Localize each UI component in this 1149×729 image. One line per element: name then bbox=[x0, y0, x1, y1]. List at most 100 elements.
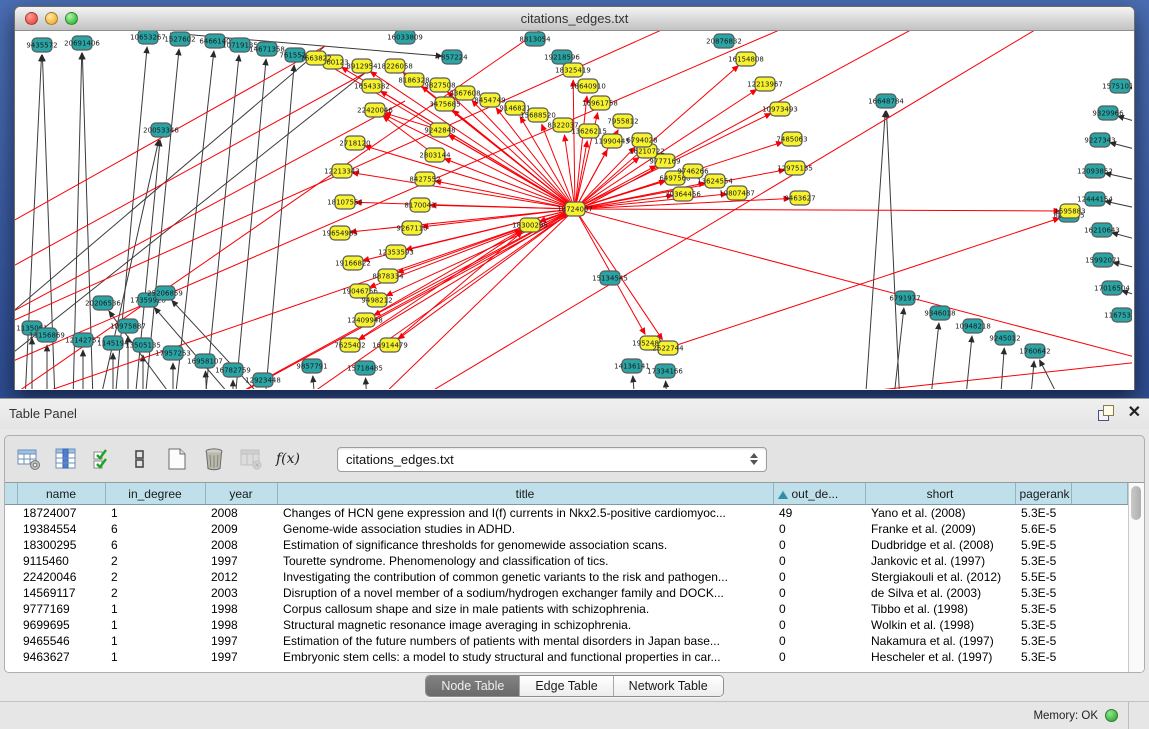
table-cell[interactable]: 9777169 bbox=[17, 601, 105, 617]
tab-node-table[interactable]: Node Table bbox=[426, 676, 520, 696]
table-row[interactable]: 2242004622012Investigating the contribut… bbox=[5, 569, 1128, 585]
table-cell[interactable]: 5.9E-5 bbox=[1015, 537, 1071, 553]
table-cell[interactable]: 5.3E-5 bbox=[1015, 585, 1071, 601]
table-cell[interactable]: 1 bbox=[105, 617, 205, 633]
column-header-title[interactable]: title bbox=[277, 483, 773, 505]
table-cell[interactable]: Hescheler et al. (1997) bbox=[865, 649, 1015, 665]
table-cell[interactable]: Yano et al. (2008) bbox=[865, 505, 1015, 522]
table-cell[interactable]: 18300295 bbox=[17, 537, 105, 553]
tab-edge-table[interactable]: Edge Table bbox=[520, 676, 613, 696]
directed-edge-black[interactable] bbox=[633, 376, 635, 389]
table-cell[interactable]: 18724007 bbox=[17, 505, 105, 522]
table-cell[interactable]: 9465546 bbox=[17, 633, 105, 649]
window-titlebar[interactable]: citations_edges.txt bbox=[15, 7, 1134, 31]
table-cell[interactable]: 2003 bbox=[205, 585, 277, 601]
table-cell[interactable]: 0 bbox=[773, 601, 865, 617]
table-cell[interactable]: 1 bbox=[105, 633, 205, 649]
function-builder-icon[interactable]: f(x) bbox=[274, 445, 302, 473]
table-row[interactable]: 946554611997Estimation of the future num… bbox=[5, 633, 1128, 649]
table-cell[interactable]: 2012 bbox=[205, 569, 277, 585]
table-selector-dropdown[interactable]: citations_edges.txt bbox=[337, 447, 767, 472]
minimize-window-button[interactable] bbox=[45, 12, 58, 25]
table-cell[interactable]: 2009 bbox=[205, 521, 277, 537]
table-cell[interactable]: Tibbo et al. (1998) bbox=[865, 601, 1015, 617]
table-cell[interactable]: 2008 bbox=[205, 505, 277, 522]
table-cell[interactable]: 9115460 bbox=[17, 553, 105, 569]
table-cell[interactable]: 19384554 bbox=[17, 521, 105, 537]
directed-edge-black[interactable] bbox=[865, 111, 885, 389]
close-panel-icon[interactable]: ✕ bbox=[1128, 405, 1141, 421]
table-cell[interactable]: Jankovic et al. (1997) bbox=[865, 553, 1015, 569]
table-cell[interactable]: Estimation of the future numbers of pati… bbox=[277, 633, 773, 649]
directed-edge-black[interactable] bbox=[313, 376, 315, 389]
table-cell[interactable]: 2 bbox=[105, 585, 205, 601]
directed-edge-red[interactable] bbox=[15, 73, 365, 276]
table-cell[interactable]: 0 bbox=[773, 553, 865, 569]
table-cell[interactable]: 1997 bbox=[205, 649, 277, 665]
table-cell[interactable]: Corpus callosum shape and size in male p… bbox=[277, 601, 773, 617]
table-row[interactable]: 977716911998Corpus callosum shape and si… bbox=[5, 601, 1128, 617]
table-cell[interactable]: Tourette syndrome. Phenomenology and cla… bbox=[277, 553, 773, 569]
table-cell[interactable]: Stergiakouli et al. (2012) bbox=[865, 569, 1015, 585]
table-cell[interactable]: 0 bbox=[773, 585, 865, 601]
table-cell[interactable]: Nakamura et al. (1997) bbox=[865, 633, 1015, 649]
directed-edge-black[interactable] bbox=[235, 59, 266, 389]
table-cell[interactable]: Wolkin et al. (1998) bbox=[865, 617, 1015, 633]
table-cell[interactable]: 2 bbox=[105, 569, 205, 585]
column-header-name[interactable]: name bbox=[17, 483, 105, 505]
table-cell[interactable]: Estimation of significance thresholds fo… bbox=[277, 537, 773, 553]
directed-edge-black[interactable] bbox=[930, 323, 939, 389]
table-cell[interactable]: 9463627 bbox=[17, 649, 105, 665]
directed-edge-red[interactable] bbox=[406, 209, 575, 250]
table-cell[interactable]: 1998 bbox=[205, 617, 277, 633]
directed-edge-black[interactable] bbox=[15, 73, 365, 371]
table-row[interactable]: 1830029562008Estimation of significance … bbox=[5, 537, 1128, 553]
table-row[interactable]: 946362711997Embryonic stem cells: a mode… bbox=[5, 649, 1128, 665]
close-window-button[interactable] bbox=[25, 12, 38, 25]
table-cell[interactable]: Dudbridge et al. (2008) bbox=[865, 537, 1015, 553]
table-row[interactable]: 911546021997Tourette syndrome. Phenomeno… bbox=[5, 553, 1128, 569]
table-cell[interactable]: 1 bbox=[105, 505, 205, 522]
directed-edge-black[interactable] bbox=[1000, 348, 1004, 389]
table-cell[interactable]: Franke et al. (2009) bbox=[865, 521, 1015, 537]
table-cell[interactable]: 1998 bbox=[205, 601, 277, 617]
table-cell[interactable]: 0 bbox=[773, 537, 865, 553]
column-header-short[interactable]: short bbox=[865, 483, 1015, 505]
table-cell[interactable]: 1997 bbox=[205, 553, 277, 569]
directed-edge-red[interactable] bbox=[668, 218, 1060, 348]
table-cell[interactable]: Genome-wide association studies in ADHD. bbox=[277, 521, 773, 537]
table-cell[interactable]: Changes of HCN gene expression and I(f) … bbox=[277, 505, 773, 522]
table-vertical-scrollbar[interactable] bbox=[1128, 483, 1144, 672]
table-cell[interactable]: 5.6E-5 bbox=[1015, 521, 1071, 537]
table-cell[interactable]: 14569117 bbox=[17, 585, 105, 601]
directed-edge-black[interactable] bbox=[366, 378, 367, 389]
directed-edge-black[interactable] bbox=[666, 381, 667, 389]
table-cell[interactable]: 49 bbox=[773, 505, 865, 522]
memory-status-indicator[interactable] bbox=[1105, 709, 1118, 722]
table-cell[interactable]: de Silva et al. (2003) bbox=[865, 585, 1015, 601]
zoom-window-button[interactable] bbox=[65, 12, 78, 25]
float-panel-icon[interactable] bbox=[1098, 405, 1114, 421]
column-header-out_de[interactable]: out_de... bbox=[773, 483, 865, 505]
table-cell[interactable]: Embryonic stem cells: a model to study s… bbox=[277, 649, 773, 665]
column-header-year[interactable]: year bbox=[205, 483, 277, 505]
select-columns-icon[interactable] bbox=[89, 445, 117, 473]
delete-table-icon[interactable] bbox=[200, 445, 228, 473]
table-row[interactable]: 969969511998Structural magnetic resonanc… bbox=[5, 617, 1128, 633]
table-cell[interactable]: 1 bbox=[105, 601, 205, 617]
table-cell[interactable]: 1997 bbox=[205, 633, 277, 649]
table-row[interactable]: 1938455462009Genome-wide association stu… bbox=[5, 521, 1128, 537]
table-cell[interactable]: 0 bbox=[773, 633, 865, 649]
scrollbar-thumb[interactable] bbox=[1131, 486, 1141, 520]
table-cell[interactable]: 0 bbox=[773, 569, 865, 585]
directed-edge-black[interactable] bbox=[886, 111, 900, 389]
table-cell[interactable]: 1 bbox=[105, 649, 205, 665]
table-cell[interactable]: 5.3E-5 bbox=[1015, 553, 1071, 569]
table-cell[interactable]: 5.3E-5 bbox=[1015, 505, 1071, 522]
directed-edge-red[interactable] bbox=[15, 31, 575, 389]
column-header-in_degree[interactable]: in_degree bbox=[105, 483, 205, 505]
table-cell[interactable]: 22420046 bbox=[17, 569, 105, 585]
network-canvas[interactable]: 9435572206914061065326715276026466140107… bbox=[15, 31, 1132, 389]
table-row[interactable]: 1456911722003Disruption of a novel membe… bbox=[5, 585, 1128, 601]
table-settings-icon[interactable] bbox=[15, 445, 43, 473]
